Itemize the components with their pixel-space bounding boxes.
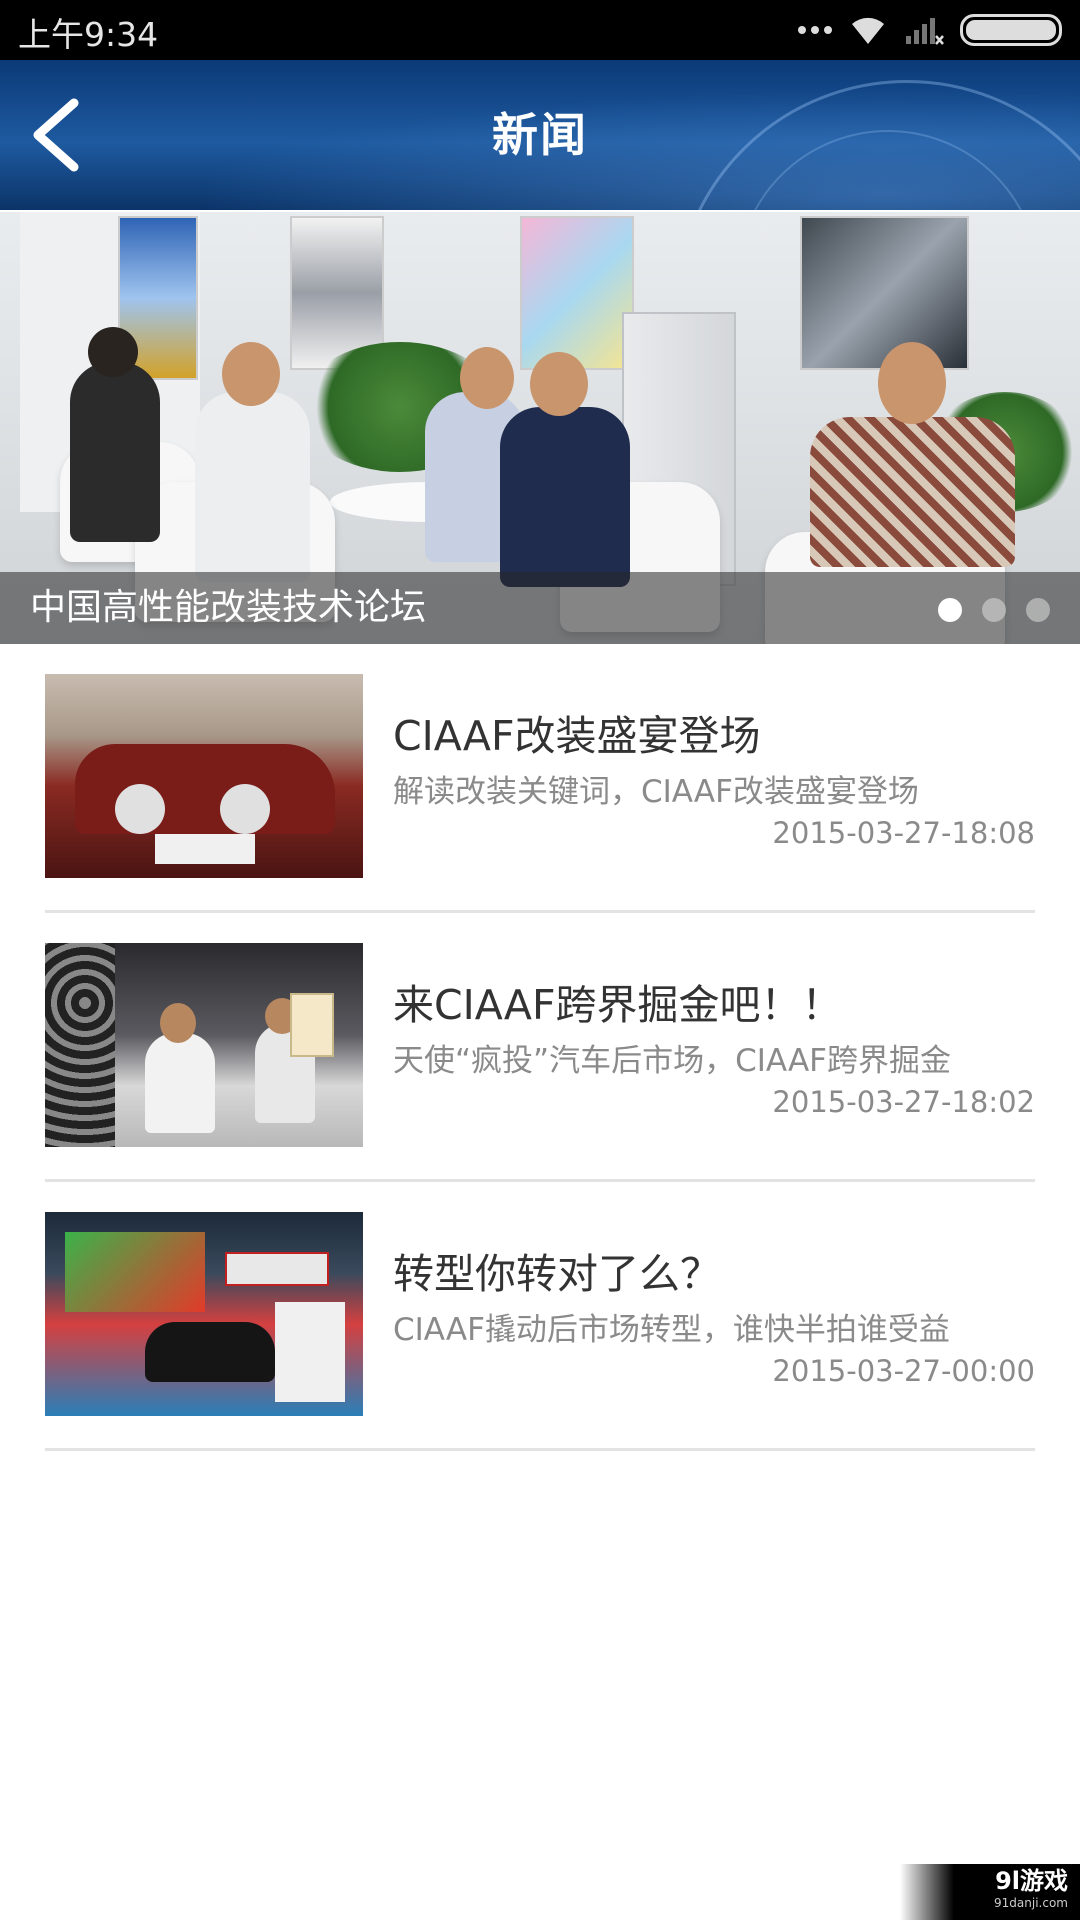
news-title: 转型你转对了么？ [393, 1250, 721, 1298]
news-summary: CIAAF撬动后市场转型，谁快半拍谁受益 [393, 1312, 950, 1348]
news-title: 来CIAAF跨界掘金吧！！ [393, 981, 843, 1029]
page-title: 新闻 [492, 108, 588, 162]
signal-icon [906, 18, 944, 45]
news-title: CIAAF改装盛宴登场 [393, 712, 761, 760]
news-thumbnail [45, 1212, 363, 1416]
more-dots-icon [798, 26, 832, 34]
news-date: 2015-03-27-00:00 [772, 1354, 1035, 1388]
pager-dot-2[interactable] [982, 598, 1006, 622]
news-item[interactable]: 来CIAAF跨界掘金吧！！ 天使“疯投”汽车后市场，CIAAF跨界掘金 2015… [45, 913, 1035, 1182]
banner-carousel[interactable]: 中国高性能改装技术论坛 [0, 212, 1080, 644]
news-summary: 天使“疯投”汽车后市场，CIAAF跨界掘金 [393, 1043, 952, 1079]
back-button[interactable] [22, 95, 102, 175]
wifi-icon [852, 17, 884, 44]
pager-dot-3[interactable] [1026, 598, 1050, 622]
status-time: 上午9:34 [18, 15, 159, 54]
news-thumbnail [45, 674, 363, 878]
watermark-logo: 9l游戏 91danji.com [900, 1864, 1080, 1920]
news-date: 2015-03-27-18:02 [772, 1085, 1035, 1119]
news-list: CIAAF改装盛宴登场 解读改装关键词，CIAAF改装盛宴登场 2015-03-… [45, 644, 1035, 1451]
banner-caption: 中国高性能改装技术论坛 [30, 587, 427, 628]
battery-icon [960, 14, 1062, 46]
chevron-left-icon [33, 98, 79, 172]
pager-dot-1[interactable] [938, 598, 962, 622]
watermark-sub: 91danji.com [994, 1896, 1068, 1910]
app-header: 新闻 [0, 60, 1080, 210]
news-item[interactable]: 转型你转对了么？ CIAAF撬动后市场转型，谁快半拍谁受益 2015-03-27… [45, 1182, 1035, 1451]
carousel-pager[interactable] [938, 598, 1050, 622]
status-bar: 上午9:34 [0, 0, 1080, 60]
status-icons [798, 12, 1062, 48]
watermark-main: 9l游戏 [995, 1867, 1068, 1895]
news-item[interactable]: CIAAF改装盛宴登场 解读改装关键词，CIAAF改装盛宴登场 2015-03-… [45, 644, 1035, 913]
news-thumbnail [45, 943, 363, 1147]
news-date: 2015-03-27-18:08 [772, 816, 1035, 850]
news-summary: 解读改装关键词，CIAAF改装盛宴登场 [393, 774, 919, 810]
